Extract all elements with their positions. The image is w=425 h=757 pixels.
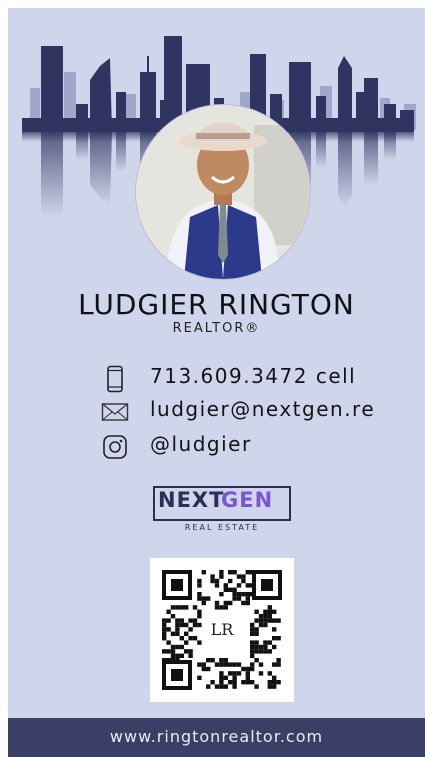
website-link[interactable]: www.ringtonrealtor.com xyxy=(8,727,425,746)
envelope-icon xyxy=(100,397,130,427)
qr-code[interactable]: LR xyxy=(150,558,294,702)
qr-code-graphic: LR xyxy=(150,558,294,702)
footer-bar: www.ringtonrealtor.com xyxy=(8,718,425,757)
phone-icon xyxy=(100,364,130,394)
logo-subtitle: REAL ESTATE xyxy=(184,523,260,532)
logo-text-next: NEXT xyxy=(158,488,225,512)
phone-row[interactable]: 713.609.3472 cell xyxy=(8,362,425,396)
logo-text-gen: GEN xyxy=(221,488,274,512)
business-card: LUDGIER RINGTON REALTOR® 713.609.3472 ce… xyxy=(8,8,425,757)
agent-name: LUDGIER RINGTON xyxy=(78,288,355,321)
instagram-icon xyxy=(100,432,130,462)
nextgen-logo: NEXT GEN REAL ESTATE xyxy=(153,486,293,538)
qr-monogram: LR xyxy=(211,620,235,639)
email-address[interactable]: ludgier@nextgen.re xyxy=(150,397,375,421)
email-row[interactable]: ludgier@nextgen.re xyxy=(8,395,425,429)
instagram-handle[interactable]: @ludgier xyxy=(150,432,252,456)
phone-number[interactable]: 713.609.3472 cell xyxy=(150,364,356,388)
instagram-row[interactable]: @ludgier xyxy=(8,430,425,464)
profile-photo xyxy=(135,104,311,280)
person-illustration xyxy=(136,105,310,279)
agent-title: REALTOR® xyxy=(172,321,261,336)
